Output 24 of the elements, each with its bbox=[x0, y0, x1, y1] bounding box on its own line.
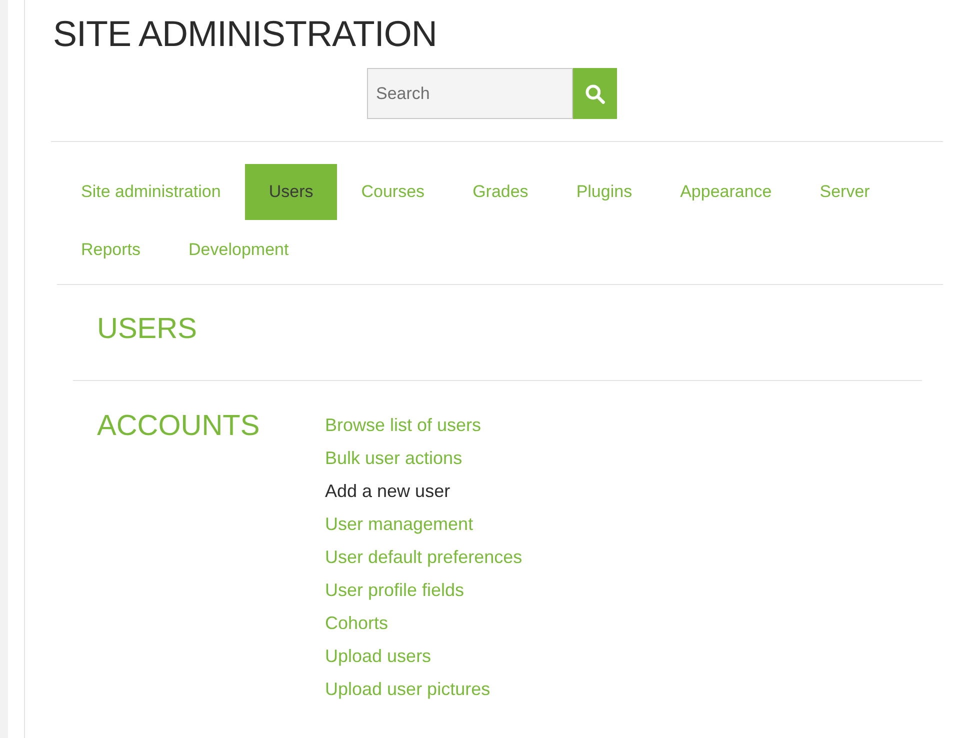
admin-link[interactable]: Bulk user actions bbox=[325, 442, 522, 475]
nav-tab[interactable]: Site administration bbox=[57, 164, 245, 220]
category-heading: ACCOUNTS bbox=[97, 409, 261, 444]
admin-link[interactable]: Cohorts bbox=[325, 607, 522, 640]
nav-tab[interactable]: Plugins bbox=[552, 164, 656, 220]
page-title: SITE ADMINISTRATION bbox=[53, 12, 438, 56]
admin-link[interactable]: User default preferences bbox=[325, 541, 522, 574]
nav-tab[interactable]: Grades bbox=[448, 164, 552, 220]
nav-tab[interactable]: Development bbox=[164, 222, 313, 278]
nav-tab[interactable]: Appearance bbox=[656, 164, 796, 220]
nav-tab[interactable]: Courses bbox=[337, 164, 449, 220]
admin-link[interactable]: Add a new user bbox=[325, 475, 522, 508]
nav-tab[interactable]: Server bbox=[796, 164, 894, 220]
admin-link[interactable]: Upload users bbox=[325, 640, 522, 673]
search-field[interactable]: Search bbox=[367, 68, 573, 119]
admin-link[interactable]: User management bbox=[325, 508, 522, 541]
admin-link[interactable]: Upload user pictures bbox=[325, 673, 522, 706]
nav-tab[interactable]: Users bbox=[244, 164, 338, 220]
search-button[interactable] bbox=[573, 68, 617, 119]
search-icon bbox=[584, 82, 606, 104]
section-heading: USERS bbox=[96, 312, 198, 347]
admin-link[interactable]: User profile fields bbox=[325, 574, 522, 607]
nav-tab[interactable]: Reports bbox=[57, 222, 165, 278]
admin-link[interactable]: Browse list of users bbox=[325, 409, 522, 442]
